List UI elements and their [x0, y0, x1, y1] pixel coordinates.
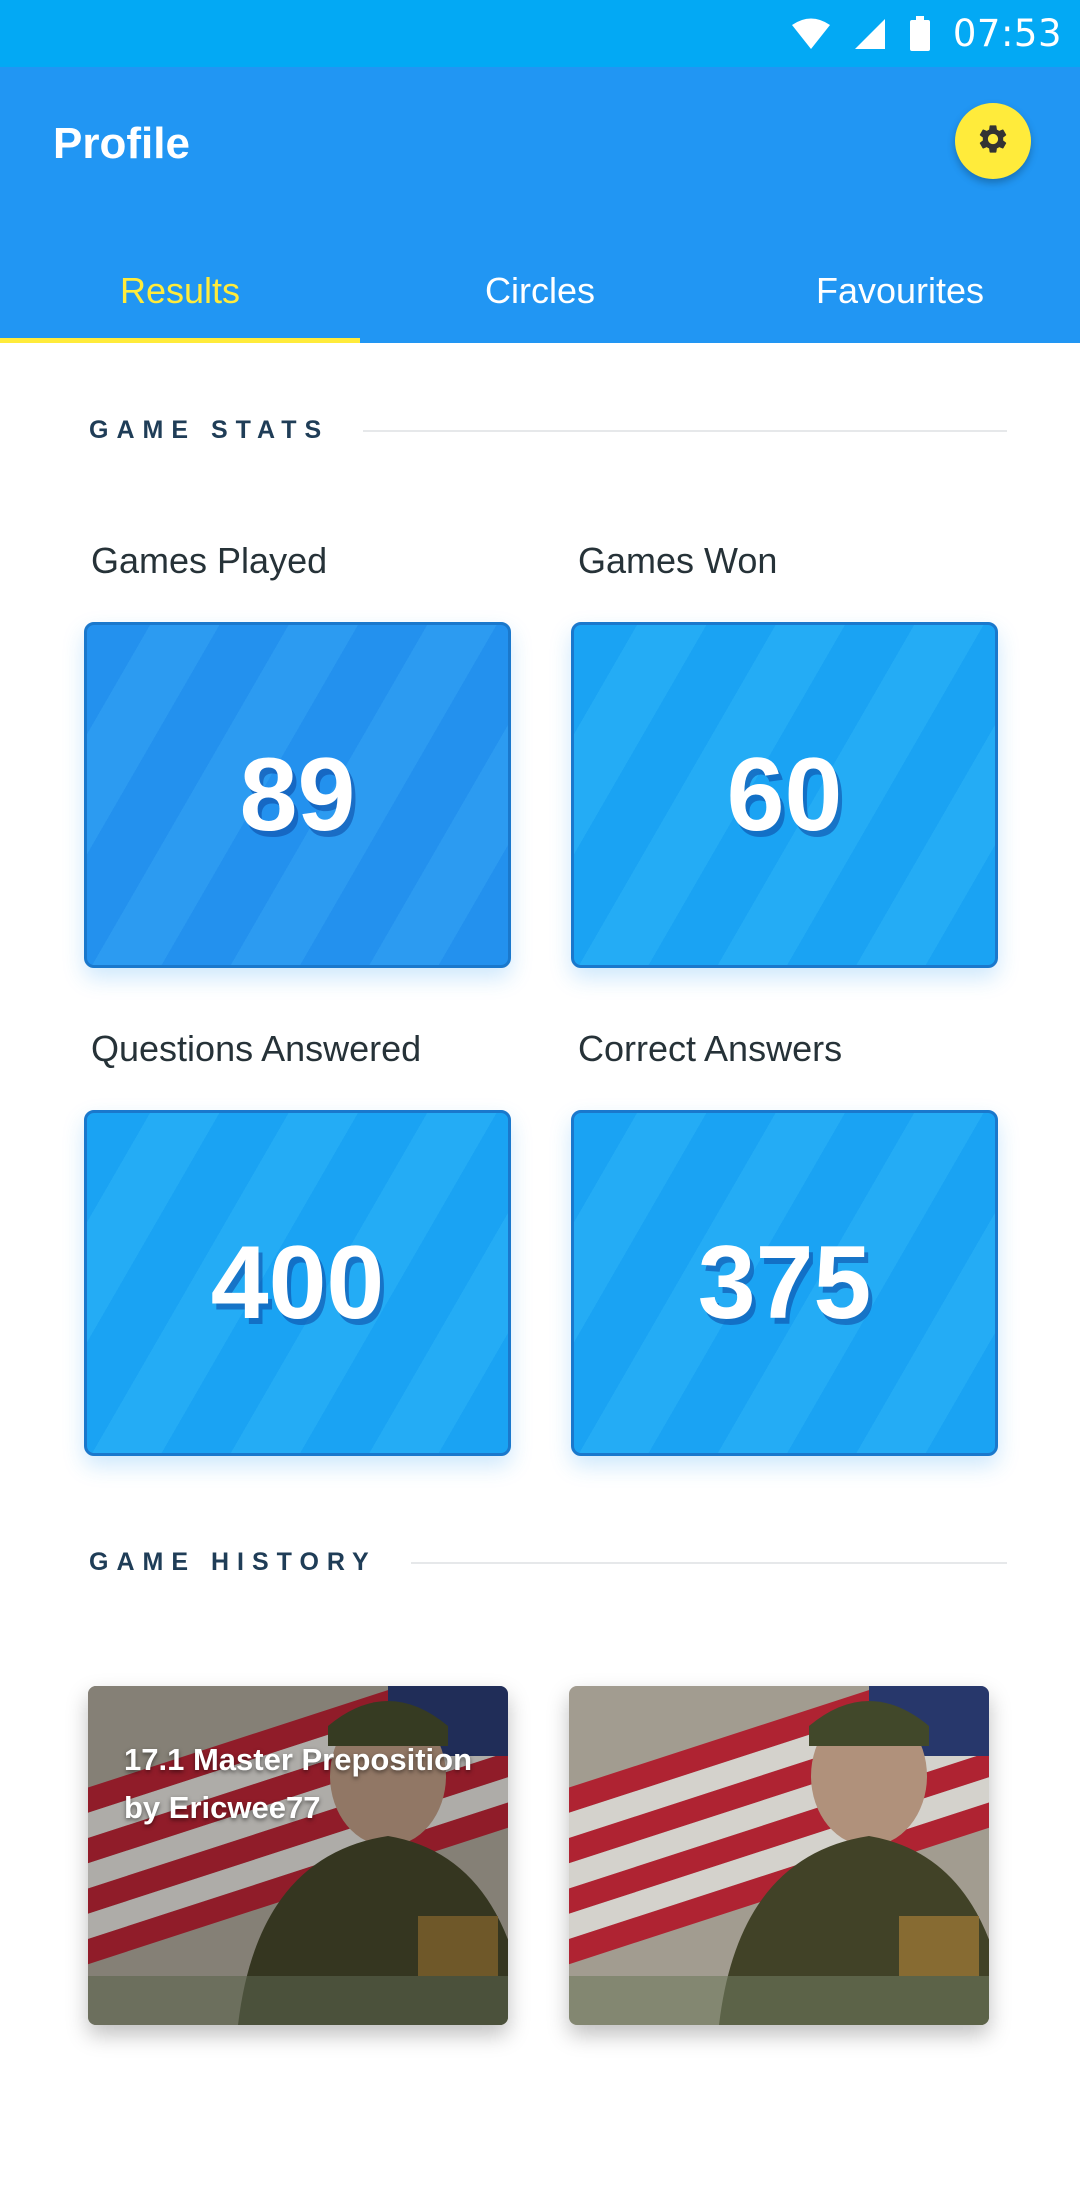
tab-circles[interactable]: Circles: [360, 239, 720, 343]
stat-label-games-played: Games Played: [91, 540, 328, 581]
settings-button[interactable]: [955, 103, 1031, 179]
status-bar: 07:53: [0, 0, 1080, 67]
game-history-header: GAME HISTORY: [89, 1548, 1007, 1577]
wifi-icon: [791, 18, 831, 50]
stat-card-games-won: 60: [571, 622, 998, 968]
divider: [410, 1561, 1007, 1564]
gear-icon: [976, 122, 1010, 161]
stat-label-correct-answers: Correct Answers: [578, 1028, 843, 1069]
image-overlay: [569, 1686, 989, 2025]
stat-value: 375: [697, 1224, 872, 1341]
game-stats-header: GAME STATS: [89, 416, 1007, 445]
stat-card-questions-answered: 400: [84, 1110, 511, 1456]
section-title: GAME HISTORY: [89, 1548, 377, 1576]
game-author: by Ericwee77: [124, 1790, 321, 1825]
status-time: 07:53: [952, 12, 1062, 55]
history-card[interactable]: [569, 1686, 989, 2025]
tab-bar: Results Circles Favourites: [0, 239, 1080, 343]
stat-value: 89: [239, 736, 356, 853]
stat-card-games-played: 89: [84, 622, 511, 968]
stat-card-correct-answers: 375: [571, 1110, 998, 1456]
stat-value: 60: [726, 736, 843, 853]
history-card[interactable]: 17.1 Master Preposition by Ericwee77: [88, 1686, 508, 2025]
divider: [363, 429, 1007, 432]
battery-icon: [909, 15, 931, 52]
game-title: 17.1 Master Preposition: [124, 1742, 473, 1777]
history-card-caption: 17.1 Master Preposition by Ericwee77: [124, 1736, 472, 1832]
signal-icon: [853, 18, 887, 50]
stat-label-games-won: Games Won: [578, 540, 778, 581]
stat-value: 400: [210, 1224, 385, 1341]
section-title: GAME STATS: [89, 416, 330, 444]
tab-results[interactable]: Results: [0, 239, 360, 343]
stat-label-questions-answered: Questions Answered: [91, 1028, 422, 1069]
tab-favourites[interactable]: Favourites: [720, 239, 1080, 343]
page-title: Profile: [53, 119, 190, 168]
app-bar: Profile Results Circles Favourites: [0, 67, 1080, 343]
